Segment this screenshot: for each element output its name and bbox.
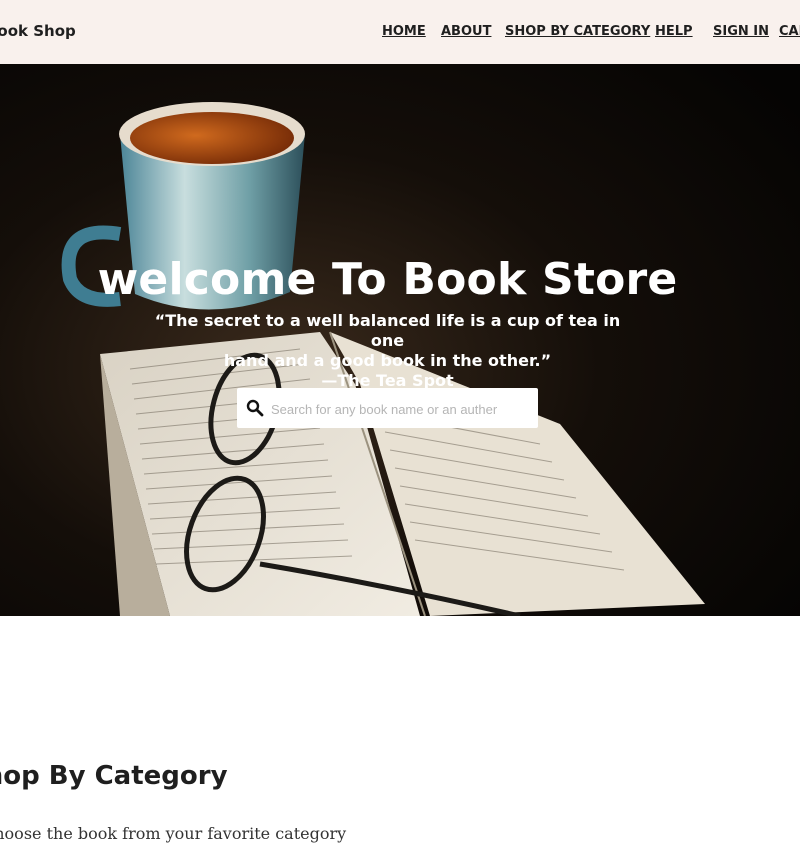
brand-logo[interactable]: Book Shop (0, 22, 76, 40)
hero-title: welcome To Book Store (97, 254, 678, 305)
search-box[interactable] (237, 388, 538, 428)
site-header: Book Shop HOME ABOUT SHOP BY CATEGORY HE… (0, 0, 800, 64)
hero-banner: welcome To Book Store “The secret to a w… (0, 64, 800, 616)
nav-about[interactable]: ABOUT (441, 24, 491, 39)
section-title: Shop By Category (0, 761, 228, 791)
nav-home[interactable]: HOME (382, 24, 426, 39)
hero-quote: “The secret to a well balanced life is a… (140, 311, 635, 391)
nav-cart[interactable]: CART (779, 24, 800, 39)
section-subtitle: Choose the book from your favorite categ… (0, 824, 347, 843)
nav-shop-by-category[interactable]: SHOP BY CATEGORY (505, 24, 650, 39)
search-icon[interactable] (246, 399, 264, 417)
quote-line-2: hand and a good book in the other.” (223, 351, 552, 370)
quote-line-1: “The secret to a well balanced life is a… (154, 311, 621, 350)
nav-sign-in[interactable]: SIGN IN (713, 24, 769, 39)
search-input[interactable] (269, 396, 533, 422)
nav-help[interactable]: HELP (655, 24, 693, 39)
